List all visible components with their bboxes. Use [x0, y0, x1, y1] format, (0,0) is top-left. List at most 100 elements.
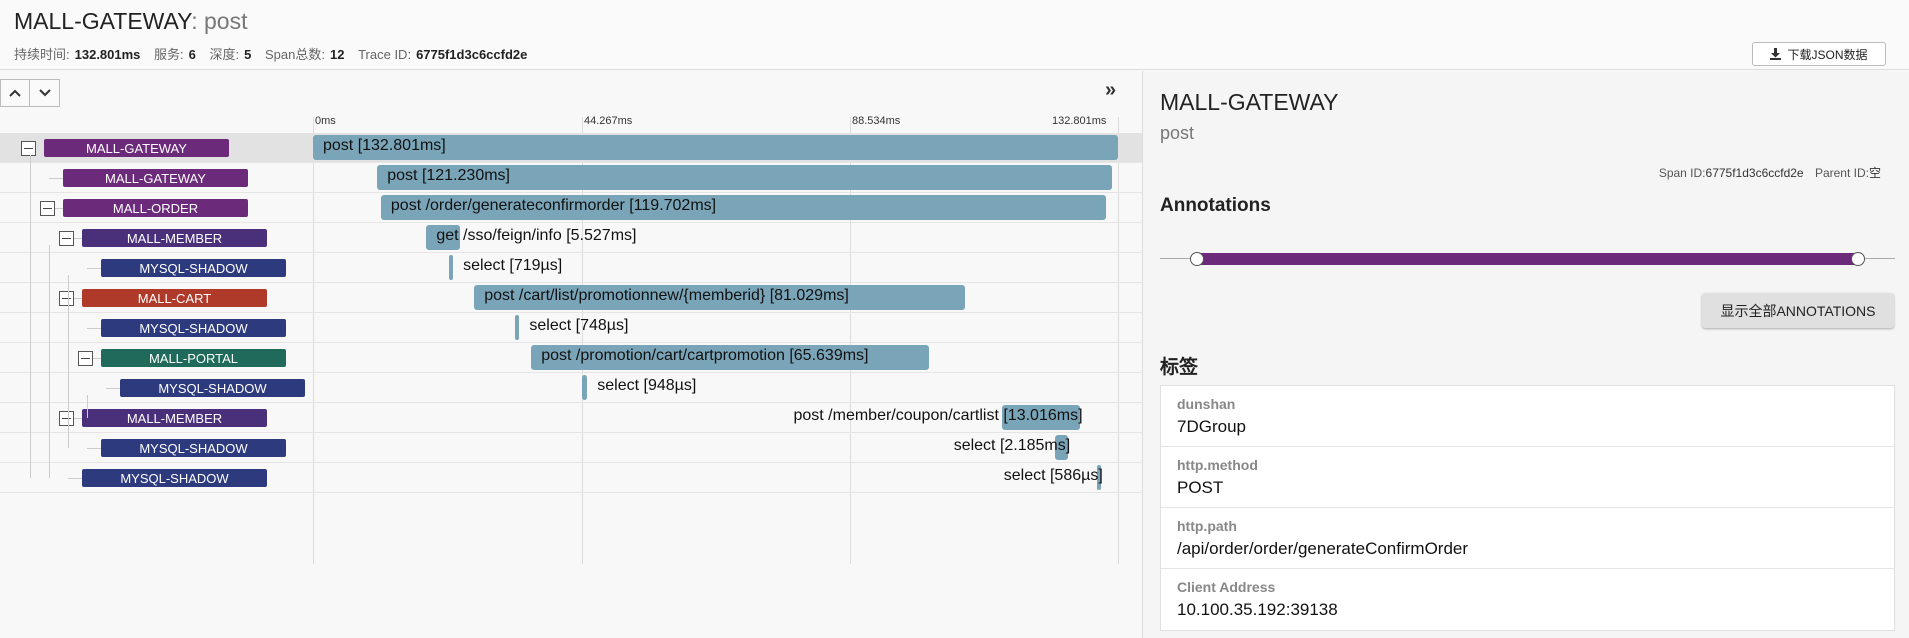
- service-label[interactable]: MALL-GATEWAY: [44, 139, 229, 157]
- span-row[interactable]: MALL-PORTAL post /promotion/cart/cartprom…: [0, 343, 1142, 373]
- collapse-toggle-icon[interactable]: [59, 231, 74, 246]
- tag-key: http.path: [1177, 518, 1237, 534]
- span-row[interactable]: MYSQL-SHADOW select [719µs]: [0, 253, 1142, 283]
- trace-header: MALL-GATEWAY: post 持续时间: 132.801ms 服务: 6 深…: [0, 0, 1909, 70]
- tree-connector: [87, 328, 101, 329]
- collapse-up-button[interactable]: [0, 79, 30, 107]
- tags-list: dunshan 7DGroup http.method POST http.pa…: [1160, 385, 1895, 631]
- span-label: post /order/generateconfirmorder [119.70…: [390, 197, 717, 214]
- tags-heading: 标签: [1160, 357, 1199, 378]
- parent-id-value: 空: [1868, 166, 1881, 180]
- service-label[interactable]: MALL-MEMBER: [82, 229, 267, 247]
- tree-connector: [49, 178, 63, 179]
- span-row[interactable]: MALL-GATEWAY post [121.230ms]: [0, 163, 1142, 193]
- tree-connector: [87, 268, 101, 269]
- trace-id-value: 6775f1d3c6ccfd2e: [416, 47, 528, 62]
- span-bar[interactable]: [448, 255, 454, 280]
- show-all-annotations-button[interactable]: 显示全部ANNOTATIONS: [1702, 293, 1894, 328]
- service-label[interactable]: MALL-GATEWAY: [63, 169, 248, 187]
- span-label: post /member/coupon/cartlist [13.016ms]: [793, 407, 1083, 424]
- span-row[interactable]: MALL-MEMBER get /sso/feign/info [5.527ms]: [0, 223, 1142, 253]
- span-label: post /cart/list/promotionnew/{memberid} …: [484, 287, 849, 304]
- tree-connector: [68, 275, 69, 448]
- trace-title-operation: post: [204, 8, 248, 34]
- annotations-timeline: [1160, 251, 1895, 267]
- tag-key: http.method: [1177, 457, 1258, 473]
- tree-connector: [30, 155, 31, 478]
- tree-connector: [49, 245, 50, 478]
- duration-label: 持续时间:: [14, 47, 70, 62]
- span-bar[interactable]: [581, 375, 588, 400]
- span-count-label: Span总数:: [265, 47, 325, 62]
- trace-title-service: MALL-GATEWAY: [14, 8, 192, 34]
- tree-connector: [87, 448, 101, 449]
- span-label: post [121.230ms]: [387, 167, 510, 184]
- span-row[interactable]: MYSQL-SHADOW select [586µs]: [0, 463, 1142, 493]
- services-value: 6: [188, 47, 196, 62]
- chevron-down-icon: [38, 89, 51, 97]
- time-tick-label: 88.534ms: [852, 115, 901, 127]
- collapse-toggle-icon[interactable]: [59, 411, 74, 426]
- download-json-button[interactable]: 下载JSON数据: [1752, 42, 1886, 66]
- download-json-label: 下载JSON数据: [1787, 47, 1868, 62]
- download-icon: [1770, 48, 1782, 60]
- trace-meta: 持续时间: 132.801ms 服务: 6 深度: 5 Span总数: 12 Trace…: [14, 44, 537, 63]
- collapse-toggle-icon[interactable]: [21, 141, 36, 156]
- service-label[interactable]: MALL-PORTAL: [101, 349, 286, 367]
- service-label[interactable]: MYSQL-SHADOW: [101, 319, 286, 337]
- annotation-end-marker[interactable]: [1851, 252, 1865, 266]
- span-label: select [719µs]: [463, 257, 563, 274]
- span-row[interactable]: MALL-MEMBER post /member/coupon/cartlist …: [0, 403, 1142, 433]
- time-tick-label: 0ms: [315, 115, 336, 127]
- tag-item: Client Address 10.100.35.192:39138: [1161, 569, 1894, 630]
- span-row[interactable]: MALL-GATEWAY post [132.801ms]: [0, 133, 1142, 163]
- trace-title-separator: :: [191, 8, 198, 34]
- expand-detail-button[interactable]: »: [1105, 79, 1116, 102]
- tag-value: 10.100.35.192:39138: [1177, 600, 1338, 619]
- tag-item: http.path /api/order/order/generateConfi…: [1161, 508, 1894, 569]
- annotations-span-bar: [1196, 253, 1859, 265]
- tag-value: /api/order/order/generateConfirmOrder: [1177, 539, 1469, 558]
- span-label: select [748µs]: [529, 317, 629, 334]
- row-nav: [0, 79, 60, 107]
- annotations-heading: Annotations: [1160, 195, 1271, 216]
- tree-connector: [68, 478, 82, 479]
- span-row[interactable]: MYSQL-SHADOW select [748µs]: [0, 313, 1142, 343]
- service-label[interactable]: MYSQL-SHADOW: [82, 469, 267, 487]
- span-label: post /promotion/cart/cartpromotion [65.6…: [541, 347, 869, 364]
- tag-item: dunshan 7DGroup: [1161, 386, 1894, 447]
- span-label: select [2.185ms]: [953, 437, 1071, 454]
- span-bar[interactable]: [514, 315, 520, 340]
- duration-value: 132.801ms: [74, 47, 141, 62]
- service-label[interactable]: MYSQL-SHADOW: [101, 439, 286, 457]
- span-count-value: 12: [329, 47, 345, 62]
- service-label[interactable]: MALL-MEMBER: [82, 409, 267, 427]
- services-label: 服务:: [154, 47, 184, 62]
- collapse-toggle-icon[interactable]: [59, 291, 74, 306]
- service-label[interactable]: MYSQL-SHADOW: [120, 379, 305, 397]
- chevron-up-icon: [9, 89, 21, 97]
- tree-connector: [106, 388, 120, 389]
- span-row[interactable]: MYSQL-SHADOW select [948µs]: [0, 373, 1142, 403]
- span-row[interactable]: MALL-CART post /cart/list/promotionnew/{m…: [0, 283, 1142, 313]
- span-label: get /sso/feign/info [5.527ms]: [436, 227, 637, 244]
- service-label[interactable]: MALL-CART: [82, 289, 267, 307]
- service-label[interactable]: MALL-ORDER: [63, 199, 248, 217]
- tag-item: http.method POST: [1161, 447, 1894, 508]
- collapse-toggle-icon[interactable]: [78, 351, 93, 366]
- service-label[interactable]: MYSQL-SHADOW: [101, 259, 286, 277]
- tag-key: Client Address: [1177, 579, 1276, 595]
- span-row[interactable]: MALL-ORDER post /order/generateconfirmord…: [0, 193, 1142, 223]
- span-label: select [948µs]: [597, 377, 697, 394]
- time-tick-label: 44.267ms: [584, 115, 633, 127]
- span-label: select [586µs]: [1003, 467, 1103, 484]
- expand-down-button[interactable]: [30, 79, 60, 107]
- detail-operation: post: [1160, 123, 1195, 143]
- collapse-toggle-icon[interactable]: [40, 201, 55, 216]
- span-id-label: Span ID:: [1658, 166, 1706, 180]
- tag-key: dunshan: [1177, 396, 1236, 412]
- span-row[interactable]: MYSQL-SHADOW select [2.185ms]: [0, 433, 1142, 463]
- tag-value: POST: [1177, 478, 1224, 497]
- annotation-start-marker[interactable]: [1190, 252, 1204, 266]
- detail-ids: Span ID:6775f1d3c6ccfd2e Parent ID:空: [1659, 164, 1889, 181]
